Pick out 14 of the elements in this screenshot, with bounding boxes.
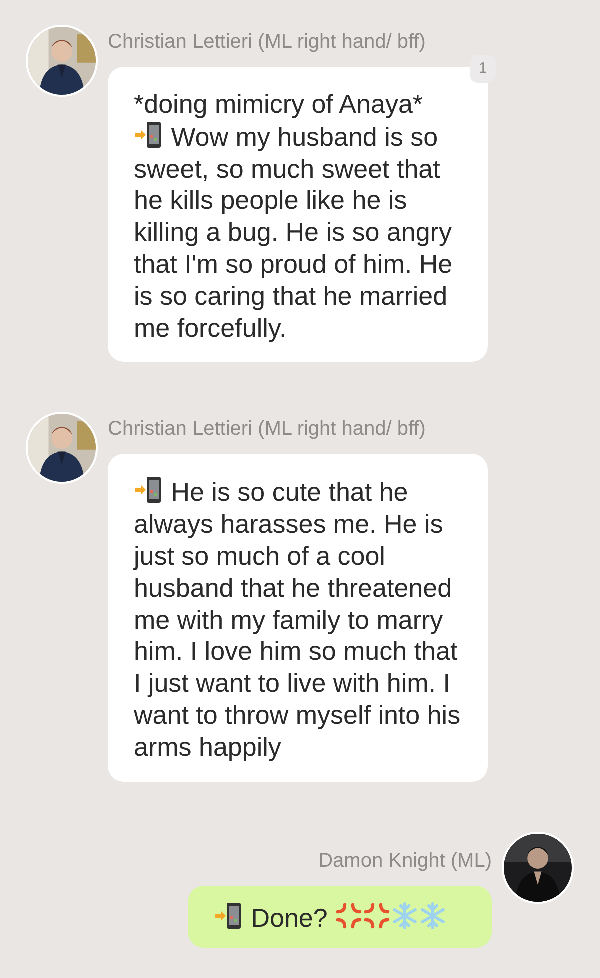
snowflake-icon [419, 902, 448, 930]
phone-arrow-icon [134, 120, 164, 149]
anger-symbol-icon [335, 902, 364, 930]
anger-symbol-icon [363, 902, 392, 930]
message-text: He is so cute that he always harasses me. He is just so much of a cool husband that he threatened me with my family to marry him. I love him so much that I just want to live with him. I want to throw myself into his arms happily [134, 476, 462, 764]
sender-name: Damon Knight (ML) [318, 848, 492, 874]
sender-name: Christian Lettieri (ML right hand/ bff) [108, 30, 427, 55]
phone-arrow-icon [134, 476, 164, 504]
message-text: *doing mimicry of Anaya* Wow my husband is so sweet, so much sweet that he kills people like he is killing a bug. He is so angry that I'm so proud of him. He is so caring that he married me forcefully. [134, 89, 454, 344]
message-text: Done? [214, 902, 472, 934]
sender-name: Christian Lettieri (ML right hand/ bff) [108, 417, 427, 442]
unread-count: 1 [470, 55, 496, 83]
snowflake-icon [391, 902, 420, 930]
phone-arrow-icon [214, 902, 244, 930]
